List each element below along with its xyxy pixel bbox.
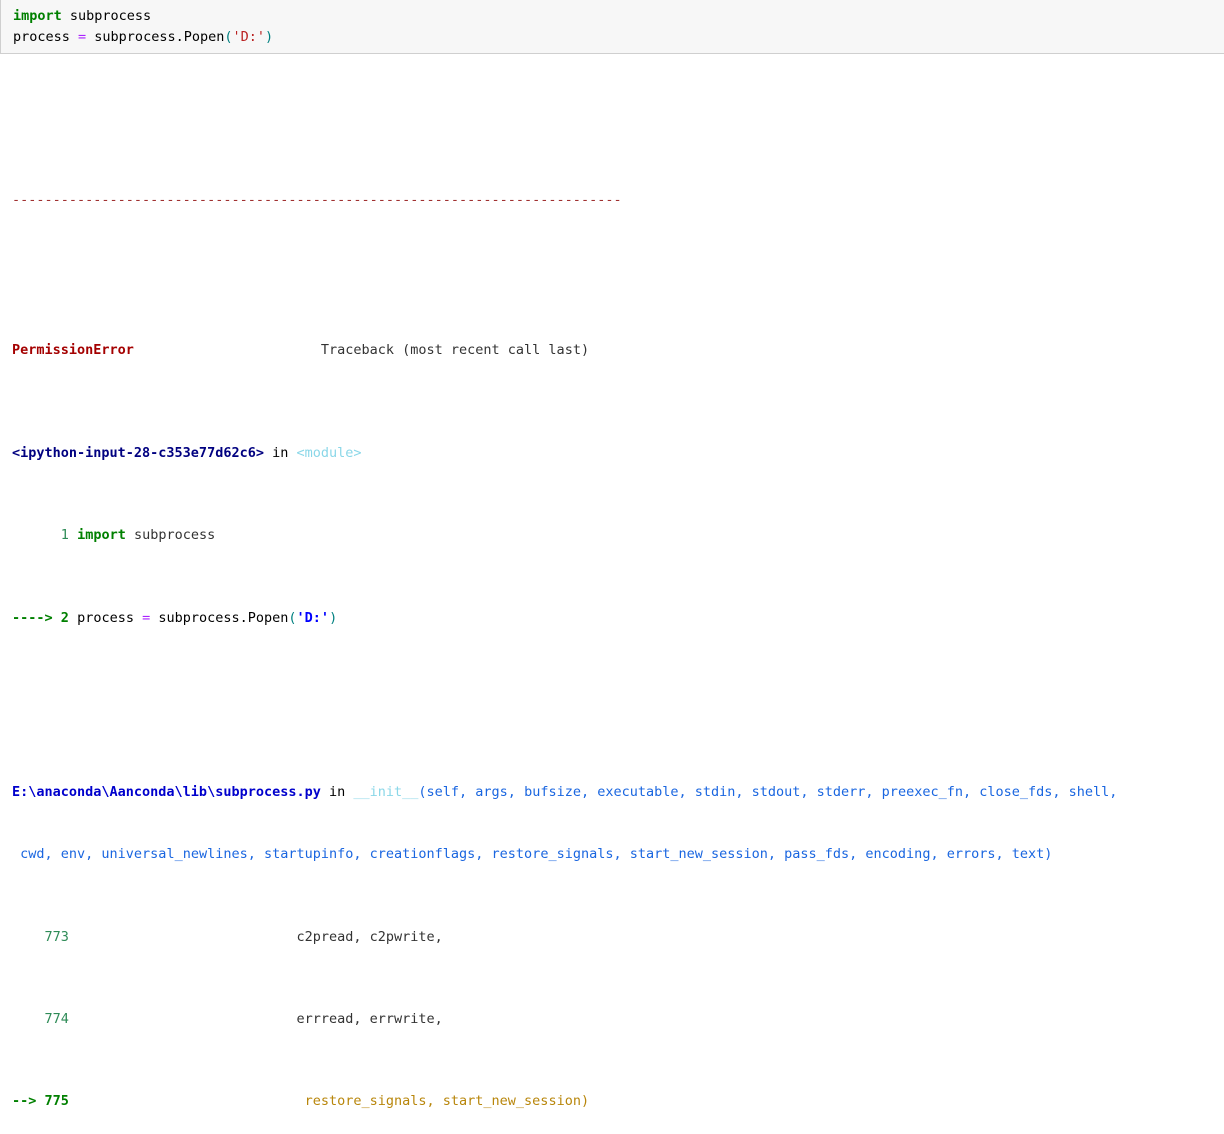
frame-location-text-1: E:\anaconda\Aanconda\lib\subprocess.py — [12, 784, 321, 801]
header-gap — [134, 342, 321, 358]
sig-indent-1 — [12, 846, 20, 862]
frame-function-name-1: __init__ — [353, 784, 419, 801]
line-number-0-1: 2 — [60, 609, 69, 626]
spacer-frame-0-1 — [12, 690, 1224, 700]
variable-process: process — [13, 28, 70, 45]
frame-in-word-0: in — [263, 444, 297, 461]
traceback-header: PermissionError Traceback (most recent c… — [12, 340, 1224, 361]
frame-function-name-0: <module> — [296, 444, 362, 461]
line-number-1-1: 774 — [44, 1010, 69, 1027]
error-type-name: PermissionError — [12, 341, 134, 358]
code-text-1-2: restore_signals, start_new_session) — [304, 1093, 590, 1110]
call-subprocess-popen: subprocess.Popen — [94, 28, 225, 45]
code-indent-1-2 — [69, 1093, 305, 1109]
frame-location-0: <ipython-input-28-c353e77d62c6> in <modu… — [12, 443, 1224, 464]
frame-location-text-0: <ipython-input-28-c353e77d62c6> — [12, 444, 264, 461]
frame-1-code-line-1: 774 errread, errwrite, — [12, 1009, 1224, 1030]
gutter-1-0 — [12, 929, 45, 945]
gutter-0-0 — [12, 527, 61, 543]
code-input-cell[interactable]: import subprocess process = subprocess.P… — [0, 0, 1224, 55]
assignment-operator: = — [69, 28, 95, 45]
frame-signature-cont-1: cwd, env, universal_newlines, startupinf… — [12, 844, 1224, 865]
frame-0-code-line-1: ----> 2 process = subprocess.Popen('D:') — [12, 608, 1224, 629]
code-gap-0-1 — [69, 610, 77, 626]
code-text-1-0: c2pread, c2pwrite, — [296, 928, 443, 945]
keyword-import-echo: import — [77, 527, 126, 544]
frame-location-1: E:\anaconda\Aanconda\lib\subprocess.py i… — [12, 782, 1224, 803]
current-line-arrow-0: ----> — [12, 609, 61, 626]
code-text-0-1: process = subprocess.Popen('D:') — [77, 609, 338, 626]
gutter-1-1 — [12, 1011, 45, 1027]
code-indent-1-1 — [69, 1011, 297, 1027]
frame-1-code-line-0: 773 c2pread, c2pwrite, — [12, 927, 1224, 948]
code-gap-0-0 — [69, 527, 77, 543]
code-indent-1-0 — [69, 929, 297, 945]
code-text-0-0: subprocess — [125, 527, 216, 544]
quote-close: ' — [256, 28, 266, 45]
current-line-arrow-1: --> — [12, 1093, 45, 1110]
frame-signature-line1-1: (self, args, bufsize, executable, stdin,… — [418, 784, 1118, 801]
frame-in-word-1: in — [320, 784, 354, 801]
traceback-separator: ----------------------------------------… — [12, 191, 622, 208]
code-line-2: process = subprocess.Popen('D:') — [13, 27, 1224, 48]
traceback-output: ----------------------------------------… — [0, 54, 1224, 1134]
traceback-label: Traceback (most recent call last) — [320, 341, 590, 358]
line-number-0-0: 1 — [60, 527, 69, 544]
line-number-1-0: 773 — [44, 928, 69, 945]
paren-close: ) — [265, 28, 274, 45]
spacer-after-separator — [12, 272, 1224, 278]
code-line-1: import subprocess — [13, 6, 1224, 27]
import-module-name: subprocess — [61, 8, 152, 24]
line-number-1-2: 775 — [44, 1093, 69, 1110]
frame-0-code-line-0: 1 import subprocess — [12, 525, 1224, 546]
keyword-import: import — [13, 8, 62, 24]
quote-open: ' — [232, 28, 241, 45]
frame-1-code-line-2: --> 775 restore_signals, start_new_sessi… — [12, 1091, 1224, 1112]
string-arg: D: — [240, 28, 257, 45]
spacer-top — [12, 116, 1224, 128]
code-text-1-1: errread, errwrite, — [296, 1010, 443, 1027]
frame-signature-line2-1: cwd, env, universal_newlines, startupinf… — [20, 846, 1053, 863]
